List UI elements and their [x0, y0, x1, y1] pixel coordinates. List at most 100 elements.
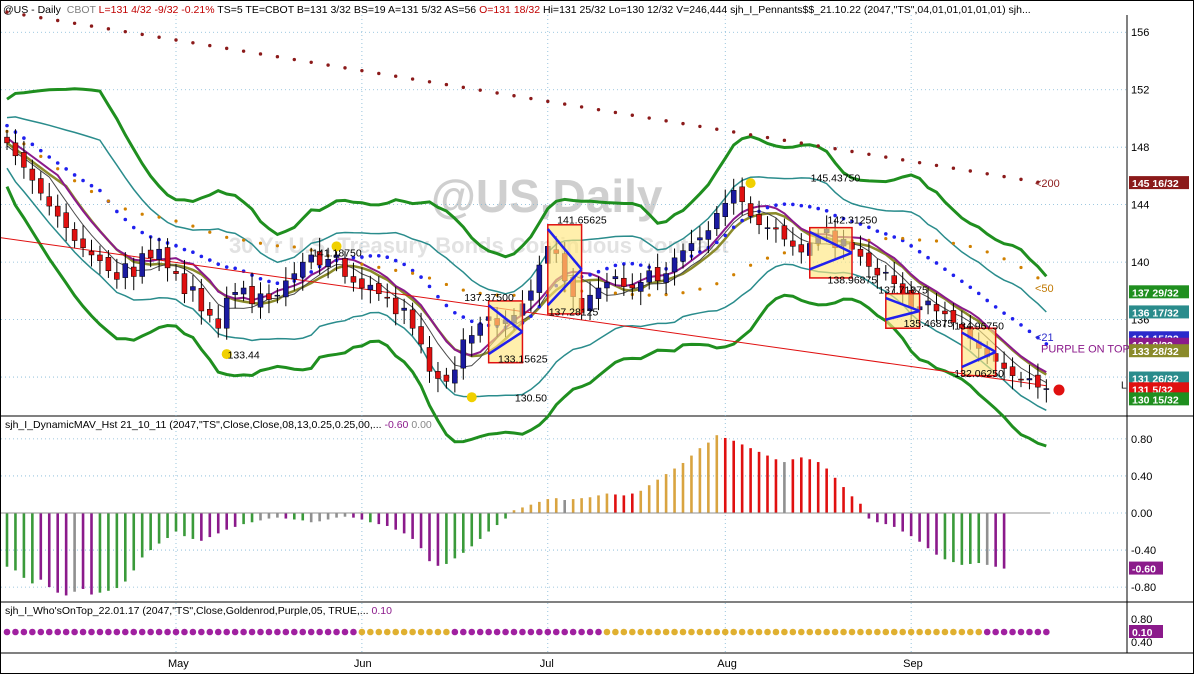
candle-body — [883, 271, 889, 274]
histogram-bar — [216, 513, 220, 534]
who-on-top-dot — [1000, 628, 1008, 636]
who-on-top-dot — [772, 628, 780, 636]
hist-tick-label: -0.40 — [1131, 545, 1156, 557]
who-on-top-dot — [54, 628, 61, 636]
candle-body — [190, 286, 196, 291]
histogram-bar — [867, 513, 871, 519]
who-on-top-dot — [88, 628, 95, 636]
histogram-bar — [800, 457, 803, 513]
histogram-bar — [1002, 513, 1006, 569]
who-on-top-dot — [138, 628, 146, 636]
whos-on-top-name: sjh_I_Who'sOnTop_22.01.17 (2047,"TS",Clo… — [5, 605, 369, 617]
candle-body — [595, 287, 602, 299]
ma200-dot — [123, 29, 128, 34]
histogram-bar — [892, 513, 896, 527]
ma21-dot — [968, 285, 973, 290]
candle-body — [12, 142, 19, 157]
histogram-bar — [749, 448, 752, 513]
candle-body — [739, 186, 745, 203]
candle-body — [688, 243, 695, 251]
price-chart[interactable]: 1561521481441401361320.800.400.00-0.40-0… — [1, 1, 1193, 673]
who-on-top-dot — [240, 628, 247, 636]
ma50-dot — [681, 291, 685, 295]
who-on-top-dot — [172, 628, 180, 636]
candle-body — [367, 284, 374, 290]
ma50-dot — [123, 207, 127, 211]
ma21-dot — [638, 263, 643, 267]
histogram-bar — [132, 513, 136, 571]
who-on-top-dot — [654, 628, 661, 636]
month-label: Sep — [903, 658, 923, 670]
histogram-bar — [825, 468, 828, 513]
ma21-dot — [875, 229, 880, 233]
ma50-dot — [951, 241, 956, 245]
candle-body — [528, 290, 534, 301]
histogram-bar — [876, 513, 879, 523]
ma21-dot — [824, 208, 829, 213]
candle-body — [283, 280, 289, 298]
histogram-bar — [631, 493, 634, 513]
histogram-bar — [850, 496, 854, 513]
who-on-top-dot — [747, 628, 754, 636]
who-on-top-dot — [113, 628, 121, 636]
histogram-bar — [115, 513, 119, 589]
who-on-top-dot — [392, 628, 400, 636]
candle-body — [866, 252, 872, 267]
histogram-bar — [14, 513, 17, 571]
histogram-bar — [504, 513, 507, 519]
histogram-bar — [90, 513, 93, 595]
histogram-bar — [529, 504, 533, 513]
ma21-dot — [131, 225, 136, 230]
ma21-dot — [81, 178, 85, 183]
candle-body — [477, 323, 483, 336]
histogram-bar — [732, 440, 735, 513]
ma50-dot — [934, 239, 939, 243]
histogram-bar — [470, 513, 474, 547]
price-tick-label: 148 — [1131, 142, 1149, 154]
ma50-dot — [377, 265, 381, 269]
who-on-top-dot — [764, 628, 771, 636]
month-label: Jul — [540, 658, 554, 670]
ma50-dot — [157, 215, 161, 219]
who-on-top-dot — [527, 628, 535, 636]
who-on-top-dot — [544, 628, 552, 636]
price-annotation: 133.44 — [228, 349, 260, 361]
ma50-dot — [174, 219, 178, 223]
histogram-bar — [673, 468, 676, 513]
histogram-bar — [808, 459, 812, 513]
candle-body — [257, 293, 264, 308]
histogram-bar — [816, 462, 820, 513]
ma21-dot — [951, 273, 956, 278]
histogram-bar — [309, 513, 313, 523]
price-tick-label: 140 — [1131, 257, 1149, 269]
histogram-bar — [707, 442, 710, 513]
price-tag: 136 17/32 — [1132, 307, 1179, 319]
ma200-dot — [630, 113, 634, 117]
ma50-dot — [782, 251, 787, 255]
ma50-dot — [647, 293, 651, 297]
ma200-dot — [258, 52, 263, 56]
who-on-top-dot — [45, 628, 53, 636]
candle-body — [705, 230, 712, 240]
ma21-dot — [123, 217, 128, 222]
ma200-dot — [140, 32, 144, 37]
candle-body — [697, 237, 703, 241]
ma21-dot — [816, 206, 820, 211]
ma21-dot — [588, 273, 592, 277]
who-on-top-dot — [662, 628, 670, 636]
who-on-top-dot — [679, 628, 687, 636]
ma21-dot — [436, 294, 440, 299]
candle-body — [781, 225, 788, 240]
ma50-dot — [698, 287, 702, 291]
candle-body — [790, 240, 796, 247]
who-on-top-dot — [629, 628, 636, 636]
price-annotation: 133.15625 — [498, 354, 548, 366]
ma200-dot — [427, 80, 432, 84]
histogram-bar — [225, 513, 228, 530]
ma21-dot — [419, 275, 423, 279]
who-on-top-dot — [1034, 628, 1042, 636]
histogram-bar — [411, 513, 414, 539]
ma200-dot — [309, 60, 313, 65]
ma21-dot — [917, 249, 922, 254]
candle-body — [469, 335, 475, 344]
